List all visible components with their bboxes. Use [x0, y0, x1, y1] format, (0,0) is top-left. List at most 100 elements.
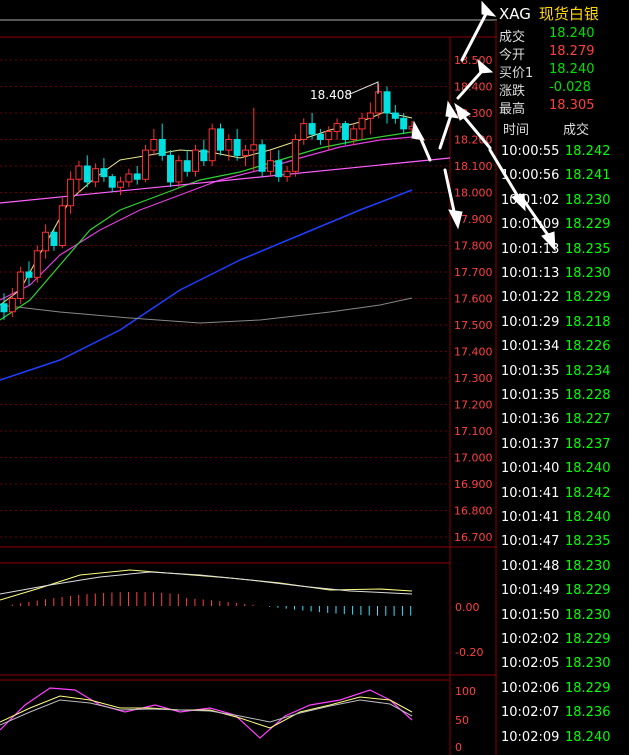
trade-row[interactable]: 10:01:41 18.240	[501, 510, 629, 530]
y-tick-label: 16.700	[454, 531, 493, 544]
candle[interactable]	[108, 176, 116, 188]
y-tick-label: 18.400	[454, 81, 493, 94]
candle[interactable]	[42, 231, 50, 252]
y-tick-label: 18.300	[454, 107, 493, 120]
candle[interactable]	[117, 181, 125, 188]
candle[interactable]	[25, 271, 33, 278]
candle[interactable]	[33, 250, 41, 278]
candle[interactable]	[200, 149, 208, 162]
trade-row[interactable]: 10:00:55 18.242	[501, 144, 629, 164]
candle[interactable]	[408, 125, 416, 130]
candle[interactable]	[308, 123, 316, 135]
candle[interactable]	[266, 160, 274, 172]
trade-row[interactable]: 10:02:06 18.229	[501, 681, 629, 701]
candle[interactable]	[67, 178, 75, 207]
candle[interactable]	[391, 112, 399, 119]
candle[interactable]	[258, 144, 266, 172]
candle[interactable]	[300, 123, 308, 140]
trade-price: 18.242	[565, 485, 611, 501]
candle[interactable]	[383, 91, 391, 114]
trade-row[interactable]: 10:01:09 18.229	[501, 217, 629, 237]
trade-row[interactable]: 10:01:29 18.218	[501, 315, 629, 335]
candle[interactable]	[275, 160, 283, 178]
macd-dea-line	[0, 571, 413, 595]
candle[interactable]	[17, 271, 25, 299]
high-annotation-pointer	[349, 81, 379, 95]
candle[interactable]	[291, 139, 299, 172]
candle[interactable]	[83, 165, 91, 183]
trade-row[interactable]: 10:01:36 18.227	[501, 412, 629, 432]
trade-time: 10:01:29	[501, 314, 560, 330]
trade-time: 10:01:49	[501, 583, 560, 599]
candle[interactable]	[175, 160, 183, 183]
trade-row[interactable]: 10:01:22 18.229	[501, 290, 629, 310]
candle[interactable]	[183, 160, 191, 172]
candle[interactable]	[316, 133, 324, 140]
trade-row[interactable]: 10:01:47 18.235	[501, 534, 629, 554]
trade-row[interactable]: 10:01:41 18.242	[501, 486, 629, 506]
trade-time: 10:01:02	[501, 192, 560, 208]
kdj-tick-0: 0	[455, 741, 462, 754]
trade-row[interactable]: 10:02:05 18.230	[501, 656, 629, 676]
trade-price: 18.230	[565, 192, 611, 208]
candle[interactable]	[325, 131, 333, 141]
candle[interactable]	[341, 123, 349, 140]
trade-row[interactable]: 10:01:49 18.229	[501, 583, 629, 603]
quote-row: 最高 18.305	[499, 98, 629, 117]
trade-price: 18.230	[565, 656, 611, 672]
candle[interactable]	[58, 205, 66, 246]
candle[interactable]	[333, 123, 341, 133]
trade-row[interactable]: 10:01:35 18.234	[501, 364, 629, 384]
trade-row[interactable]: 10:02:02 18.229	[501, 632, 629, 652]
y-tick-label: 17.500	[454, 319, 493, 332]
candle[interactable]	[100, 168, 108, 178]
trade-price: 18.229	[565, 583, 611, 599]
candle[interactable]	[400, 117, 408, 130]
candle[interactable]	[8, 298, 16, 313]
candle[interactable]	[192, 149, 200, 172]
trade-row[interactable]: 10:02:09 18.240	[501, 730, 629, 750]
trade-row[interactable]: 10:01:50 18.230	[501, 608, 629, 628]
trade-price: 18.218	[565, 314, 611, 330]
candle[interactable]	[167, 154, 175, 183]
trade-time: 10:02:06	[501, 680, 560, 696]
quote-label: 今开	[499, 48, 526, 63]
candle[interactable]	[133, 173, 141, 180]
candle[interactable]	[350, 128, 358, 140]
candle[interactable]	[358, 117, 366, 130]
candlestick-chart[interactable]: 18.500 18.400 18.300 18.200 18.100 18.000 17.9…	[0, 0, 497, 755]
trade-row[interactable]: 10:01:35 18.228	[501, 388, 629, 408]
trade-row[interactable]: 10:01:37 18.237	[501, 437, 629, 457]
trade-row[interactable]: 10:01:48 18.230	[501, 559, 629, 579]
trade-row[interactable]: 10:01:13 18.235	[501, 242, 629, 262]
trade-time: 10:02:09	[501, 729, 560, 745]
candle[interactable]	[158, 139, 166, 156]
trade-row[interactable]: 10:01:34 18.226	[501, 339, 629, 359]
y-tick-label: 17.400	[454, 346, 493, 359]
candle[interactable]	[75, 165, 83, 180]
trade-row[interactable]: 10:00:56 18.241	[501, 168, 629, 188]
candle[interactable]	[150, 139, 158, 151]
candle[interactable]	[142, 149, 150, 180]
trade-row[interactable]: 10:01:02 18.230	[501, 193, 629, 213]
candle[interactable]	[225, 139, 233, 151]
candle[interactable]	[125, 173, 133, 183]
candle[interactable]	[375, 91, 383, 114]
trade-row[interactable]: 10:02:07 18.236	[501, 705, 629, 725]
candle[interactable]	[366, 112, 374, 119]
candle[interactable]	[208, 128, 216, 162]
trade-time: 10:01:35	[501, 388, 560, 403]
trade-row[interactable]: 10:01:40 18.240	[501, 461, 629, 481]
candle[interactable]	[233, 139, 241, 156]
candle[interactable]	[0, 303, 8, 313]
candle[interactable]	[241, 149, 249, 156]
candle[interactable]	[216, 128, 224, 151]
candle[interactable]	[50, 231, 58, 246]
trades-header-price: 成交	[563, 123, 590, 138]
candle[interactable]	[250, 144, 258, 151]
y-tick-label: 17.700	[454, 266, 493, 279]
trade-row[interactable]: 10:01:13 18.230	[501, 266, 629, 286]
candle[interactable]	[92, 168, 100, 183]
candle[interactable]	[283, 170, 291, 178]
trade-time: 10:01:47	[501, 534, 560, 550]
